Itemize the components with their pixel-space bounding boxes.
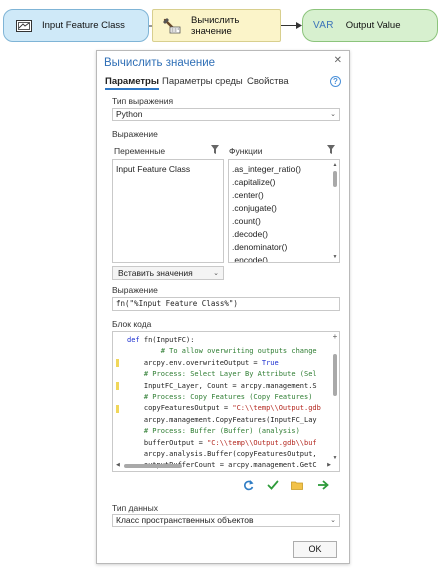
change-marker xyxy=(116,359,119,367)
close-icon[interactable]: ✕ xyxy=(334,55,342,66)
code-token: True xyxy=(261,358,279,367)
tab-properties[interactable]: Свойства xyxy=(247,76,289,87)
code-token: def xyxy=(127,336,144,344)
code-line[interactable]: # Process: Copy Features (Copy Features) xyxy=(127,392,321,403)
undo-icon[interactable] xyxy=(243,479,255,491)
expression-section-label: Выражение xyxy=(112,129,158,139)
code-token: arcpy.analysis.Buffer(copyFeaturesOutput… xyxy=(127,449,317,458)
tab-environments[interactable]: Параметры среды xyxy=(162,76,243,87)
expression-type-label: Тип выражения xyxy=(112,96,174,106)
list-item[interactable]: .center() xyxy=(229,189,339,202)
filter-icon[interactable] xyxy=(211,145,219,154)
insert-values-label: Вставить значения xyxy=(118,268,193,278)
list-item[interactable]: .count() xyxy=(229,215,339,228)
code-line[interactable]: arcpy.analysis.Buffer(copyFeaturesOutput… xyxy=(127,449,321,460)
filter-icon[interactable] xyxy=(327,145,335,154)
scroll-right-icon[interactable]: ▶ xyxy=(327,462,331,468)
code-line[interactable]: # To allow overwriting outputs change xyxy=(127,346,321,357)
code-line[interactable]: copyFeaturesOutput = "C:\\temp\\Output.g… xyxy=(127,403,321,414)
functions-scrollbar[interactable]: ▲ ▼ xyxy=(332,162,338,260)
code-line[interactable]: InputFC_Layer, Count = arcpy.management.… xyxy=(127,381,321,392)
ok-button[interactable]: OK xyxy=(293,541,337,558)
list-item[interactable]: .encode() xyxy=(229,254,339,262)
code-vscrollbar[interactable]: + ▼ xyxy=(332,332,338,461)
code-token: bufferOutput = xyxy=(127,438,208,447)
data-type-label: Тип данных xyxy=(112,503,158,513)
change-marker xyxy=(116,405,119,413)
check-icon[interactable] xyxy=(267,479,279,491)
list-item[interactable]: .capitalize() xyxy=(229,176,339,189)
scroll-left-icon[interactable]: ◀ xyxy=(116,462,120,468)
list-item[interactable]: .denominator() xyxy=(229,241,339,254)
input-node-label: Input Feature Class xyxy=(42,20,125,31)
code-line[interactable]: arcpy.env.overwriteOutput = True xyxy=(127,358,321,369)
code-hscrollbar[interactable]: ◀ ▶ xyxy=(116,462,331,469)
code-token: # Process: Buffer (Buffer) (analysis) xyxy=(127,427,300,436)
list-item[interactable]: .as_integer_ratio() xyxy=(229,163,339,176)
functions-label: Функции xyxy=(229,146,263,156)
variables-list[interactable]: Input Feature Class xyxy=(112,159,224,263)
expression-label: Выражение xyxy=(112,285,158,295)
input-feature-class-node[interactable]: Input Feature Class xyxy=(3,9,149,42)
scroll-up-icon[interactable]: ▲ xyxy=(332,162,338,168)
code-token: # Process: Select Layer By Attribute (Se… xyxy=(127,370,317,379)
calculate-value-tool-node[interactable]: Вычислить значение xyxy=(152,9,281,42)
code-block-label: Блок кода xyxy=(112,319,152,329)
feature-class-icon xyxy=(16,19,32,32)
expression-type-value: Python xyxy=(116,109,143,119)
change-marker xyxy=(116,382,119,390)
code-token: fn(InputFC): xyxy=(143,336,195,344)
dialog-title: Вычислить значение xyxy=(104,57,216,69)
scroll-thumb[interactable] xyxy=(333,354,337,396)
help-icon[interactable]: ? xyxy=(330,76,341,87)
expression-type-select[interactable]: Python ⌄ xyxy=(112,108,340,121)
code-token: copyFeaturesOutput = xyxy=(127,404,233,413)
code-line[interactable]: bufferOutput = "C:\\temp\\Output.gdb\\bu… xyxy=(127,438,321,449)
output-node-label: Output Value xyxy=(345,20,401,31)
code-token: # To allow overwriting outputs change xyxy=(127,347,317,356)
code-line[interactable]: arcpy.management.CopyFeatures(InputFC_La… xyxy=(127,415,321,426)
expression-field[interactable]: fn("%Input Feature Class%") xyxy=(112,297,340,311)
data-type-select[interactable]: Класс пространственных объектов ⌄ xyxy=(112,514,340,527)
code-line[interactable]: def fn(InputFC): xyxy=(127,335,321,346)
scroll-thumb[interactable] xyxy=(333,171,337,187)
code-token: arcpy.env.overwriteOutput = xyxy=(127,358,262,367)
output-value-node[interactable]: VAR Output Value xyxy=(302,9,438,42)
list-item[interactable]: .decode() xyxy=(229,228,339,241)
folder-icon[interactable] xyxy=(291,479,303,491)
calculate-value-dialog: Вычислить значение ✕ Параметры Параметры… xyxy=(96,50,350,564)
tab-parameters[interactable]: Параметры xyxy=(105,76,159,90)
code-line[interactable]: # Process: Select Layer By Attribute (Se… xyxy=(127,369,321,380)
calculate-value-tool-icon xyxy=(162,17,182,35)
scroll-thumb[interactable] xyxy=(124,464,182,468)
code-text[interactable]: def fn(InputFC): # To allow overwriting … xyxy=(127,335,321,471)
list-item[interactable]: Input Feature Class xyxy=(113,163,223,176)
data-type-value: Класс пространственных объектов xyxy=(116,515,254,525)
dialog-tabs: Параметры Параметры среды Свойства ? xyxy=(105,76,341,92)
code-token: "C:\\temp\\Output.gdb\\buf xyxy=(207,438,317,447)
expression-value: fn("%Input Feature Class%") xyxy=(116,299,238,308)
scroll-down-icon[interactable]: ▼ xyxy=(332,254,338,260)
variables-label: Переменные xyxy=(114,146,166,156)
chevron-down-icon: ⌄ xyxy=(213,270,219,277)
arrow-right-icon[interactable] xyxy=(317,479,329,491)
code-block-editor[interactable]: def fn(InputFC): # To allow overwriting … xyxy=(112,331,340,472)
code-token: # Process: Copy Features (Copy Features) xyxy=(127,392,313,401)
scroll-down-icon[interactable]: ▼ xyxy=(332,455,338,461)
var-tag: VAR xyxy=(313,20,334,31)
chevron-down-icon: ⌄ xyxy=(330,111,336,118)
tool-node-label: Вычислить значение xyxy=(191,14,240,37)
chevron-down-icon: ⌄ xyxy=(330,517,336,524)
code-token: "C:\\temp\\Output.gdb xyxy=(232,404,321,413)
scroll-plus-icon[interactable]: + xyxy=(332,332,338,341)
functions-list[interactable]: .as_integer_ratio() .capitalize() .cente… xyxy=(228,159,340,263)
list-item[interactable]: .conjugate() xyxy=(229,202,339,215)
code-line[interactable]: # Process: Buffer (Buffer) (analysis) xyxy=(127,426,321,437)
code-token: InputFC_Layer, Count = arcpy.management.… xyxy=(127,381,317,390)
code-token: arcpy.management.CopyFeatures(InputFC_La… xyxy=(127,415,317,424)
connector-arrow xyxy=(281,22,302,29)
insert-values-dropdown[interactable]: Вставить значения ⌄ xyxy=(112,266,224,280)
